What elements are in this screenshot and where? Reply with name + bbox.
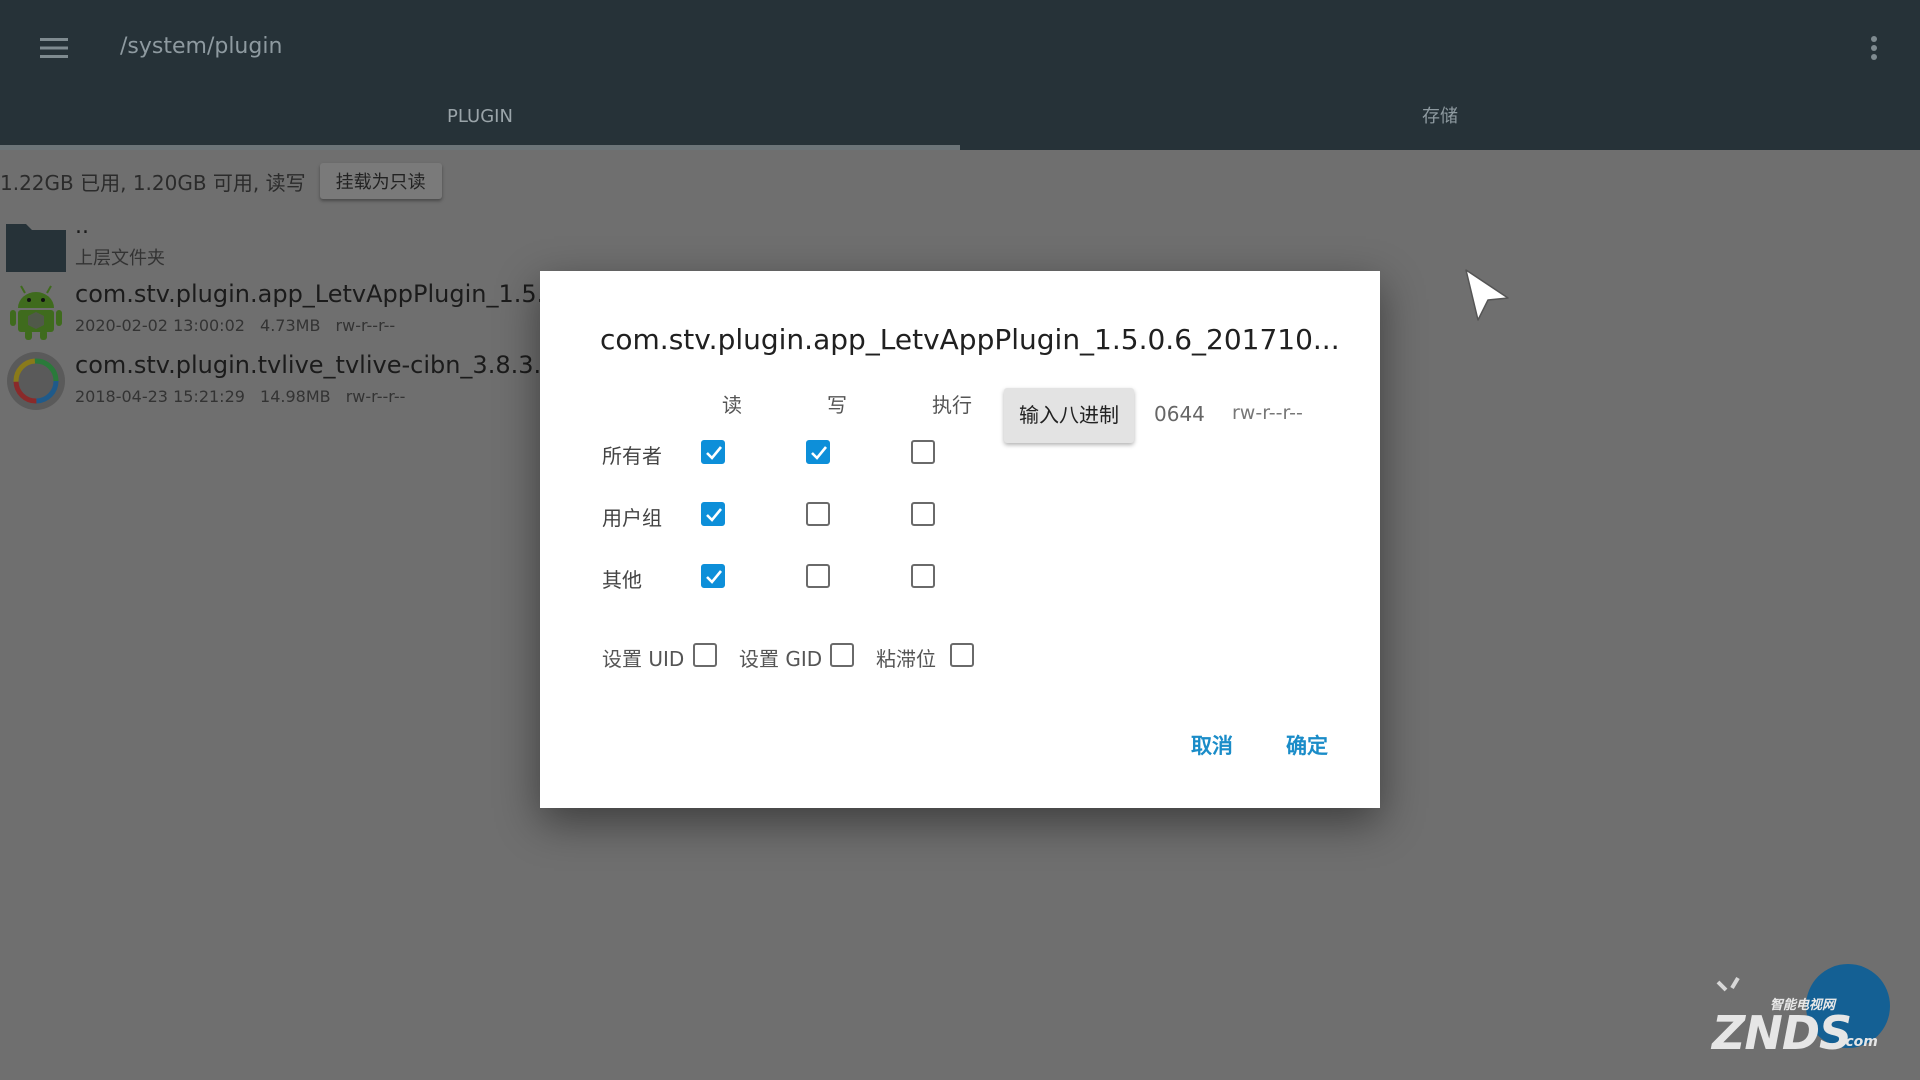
dialog-title: com.stv.plugin.app_LetvAppPlugin_1.5.0.6… (600, 323, 1340, 356)
android-app-icon (6, 280, 66, 340)
file-row-parent[interactable]: .. 上层文件夹 (0, 212, 560, 278)
znds-watermark-logo: 智能电视网 ZNDS .com (1708, 964, 1892, 1064)
permission-string: rw-r--r-- (1232, 402, 1303, 424)
owner-read-checkbox[interactable] (701, 440, 725, 464)
current-path: /system/plugin (120, 34, 283, 59)
owner-write-checkbox[interactable] (806, 440, 830, 464)
file-perms: rw-r--r-- (345, 387, 406, 406)
enter-octal-button[interactable]: 输入八进制 (1004, 388, 1134, 443)
group-execute-checkbox[interactable] (911, 502, 935, 526)
group-read-checkbox[interactable] (701, 502, 725, 526)
ok-button[interactable]: 确定 (1286, 730, 1328, 760)
file-date: 2018-04-23 15:21:29 (75, 387, 245, 406)
folder-icon (6, 216, 66, 276)
app-bar: /system/plugin PLUGIN 存储 (0, 0, 1920, 150)
setgid-label: 设置 GID (739, 647, 823, 671)
file-date: 2020-02-02 13:00:02 (75, 316, 245, 335)
color-ring-app-icon (6, 351, 66, 411)
file-meta: 2020-02-02 13:00:02 4.73MB rw-r--r-- (75, 316, 405, 335)
permissions-dialog: com.stv.plugin.app_LetvAppPlugin_1.5.0.6… (540, 271, 1380, 808)
column-read: 读 (722, 393, 742, 417)
setgid-checkbox[interactable] (830, 643, 854, 667)
file-name: .. (75, 214, 89, 239)
tab-storage[interactable]: 存储 (960, 96, 1920, 150)
column-execute: 执行 (932, 393, 972, 417)
file-row-letv-plugin[interactable]: com.stv.plugin.app_LetvAppPlugin_1.5.0 2… (0, 276, 560, 342)
row-label-others: 其他 (602, 568, 642, 592)
setuid-checkbox[interactable] (693, 643, 717, 667)
setuid-label: 设置 UID (602, 647, 685, 671)
storage-info-bar: 1.22GB 已用, 1.20GB 可用, 读写 挂载为只读 (0, 163, 442, 199)
mount-readonly-button[interactable]: 挂载为只读 (319, 163, 442, 199)
watermark-suffix: .com (1840, 1034, 1878, 1050)
file-name: com.stv.plugin.tvlive_tvlive-cibn_3.8.3.… (75, 351, 572, 379)
tab-bar: PLUGIN 存储 (0, 96, 1920, 150)
overflow-menu-icon[interactable] (1860, 30, 1888, 66)
file-size: 14.98MB (260, 387, 331, 406)
hamburger-menu-icon[interactable] (36, 30, 72, 66)
file-size: 4.73MB (260, 316, 321, 335)
sticky-bit-label: 粘滞位 (876, 647, 936, 671)
row-label-owner: 所有者 (602, 444, 662, 468)
octal-value: 0644 (1154, 402, 1205, 426)
others-write-checkbox[interactable] (806, 564, 830, 588)
file-meta: 2018-04-23 15:21:29 14.98MB rw-r--r-- (75, 387, 415, 406)
file-row-tvlive-plugin[interactable]: com.stv.plugin.tvlive_tvlive-cibn_3.8.3.… (0, 347, 572, 413)
watermark-text: ZNDS (1712, 1006, 1852, 1060)
cancel-button[interactable]: 取消 (1191, 730, 1233, 760)
owner-execute-checkbox[interactable] (911, 440, 935, 464)
file-perms: rw-r--r-- (335, 316, 396, 335)
others-read-checkbox[interactable] (701, 564, 725, 588)
storage-usage-text: 1.22GB 已用, 1.20GB 可用, 读写 (0, 170, 306, 195)
tab-plugin[interactable]: PLUGIN (0, 96, 960, 150)
mouse-pointer-icon (1462, 268, 1512, 332)
file-meta: 上层文件夹 (75, 244, 175, 270)
others-execute-checkbox[interactable] (911, 564, 935, 588)
active-tab-indicator (0, 145, 960, 150)
column-write: 写 (827, 393, 847, 417)
row-label-group: 用户组 (602, 506, 662, 530)
file-meta-desc: 上层文件夹 (75, 248, 165, 269)
file-name: com.stv.plugin.app_LetvAppPlugin_1.5.0 (75, 280, 560, 308)
group-write-checkbox[interactable] (806, 502, 830, 526)
sticky-bit-checkbox[interactable] (950, 643, 974, 667)
